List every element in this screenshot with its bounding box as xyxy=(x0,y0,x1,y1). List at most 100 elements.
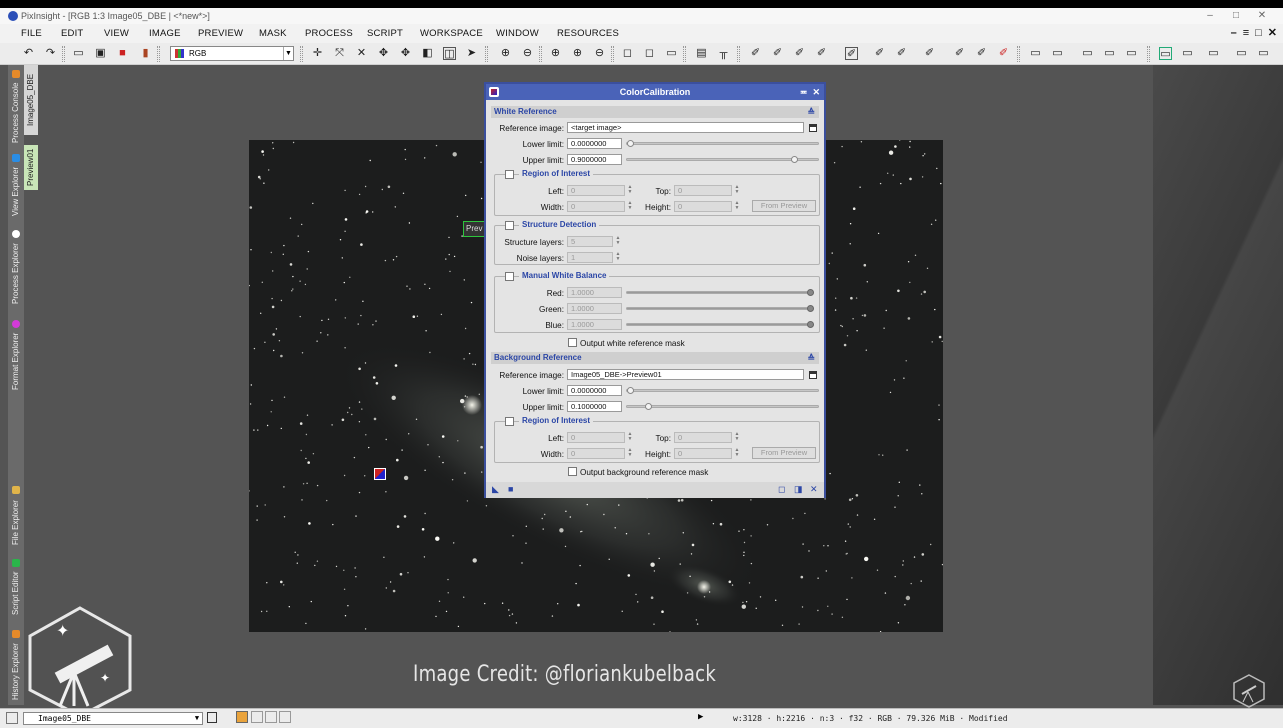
dialog-title-bar[interactable]: ColorCalibration ≖ ✕ xyxy=(486,84,824,100)
process-console-tab[interactable]: Process Console xyxy=(8,69,24,144)
process-icon-9[interactable]: ✐ xyxy=(953,47,966,60)
maximize-button[interactable]: □ xyxy=(1223,8,1249,24)
workspace-icon-3[interactable]: ▭ xyxy=(1207,47,1220,60)
spin-arrows-icon[interactable]: ▲ ▼ xyxy=(614,236,622,247)
undo-icon[interactable]: ↶ xyxy=(22,47,35,60)
panel-icon-1[interactable]: ▭ xyxy=(1029,47,1042,60)
process-icon-11[interactable]: ✐ xyxy=(997,47,1010,60)
white-roi-checkbox[interactable] xyxy=(505,170,514,179)
slider-knob[interactable] xyxy=(807,289,814,296)
select-view-icon[interactable] xyxy=(809,124,817,132)
pointer-icon[interactable]: ➤ xyxy=(465,47,478,60)
fit-window-icon[interactable]: ◻ xyxy=(643,47,656,60)
fit-view-icon[interactable]: ◻ xyxy=(621,47,634,60)
process-icon-4[interactable]: ✐ xyxy=(815,47,828,60)
slider-knob[interactable] xyxy=(791,156,798,163)
format-explorer-tab[interactable]: Format Explorer xyxy=(8,315,24,395)
zoom-in-icon[interactable]: ⊕ xyxy=(499,47,512,60)
image-selector[interactable]: Image05_DBE ▼ xyxy=(23,712,203,725)
spin-arrows-icon[interactable]: ▲ ▼ xyxy=(733,432,741,443)
close-button[interactable]: ✕ xyxy=(1249,8,1275,24)
menu-file[interactable]: FILE xyxy=(21,28,42,39)
preview-mode-icon[interactable]: ◫ xyxy=(443,47,456,60)
menu-script[interactable]: SCRIPT xyxy=(367,28,403,39)
view-explorer-tab[interactable]: View Explorer xyxy=(8,150,24,220)
process-icon-3[interactable]: ✐ xyxy=(793,47,806,60)
stf-icon[interactable]: ▤ xyxy=(695,47,708,60)
output-white-mask-checkbox[interactable] xyxy=(568,338,577,347)
white-upper-limit-field[interactable]: 0.9000000 xyxy=(567,154,622,165)
open-icon[interactable]: ■ xyxy=(116,47,129,60)
new-image-icon[interactable]: ▣ xyxy=(94,47,107,60)
mask-icon[interactable]: ▭ xyxy=(72,47,85,60)
minimize-button[interactable]: – xyxy=(1197,8,1223,24)
manual-white-balance-checkbox[interactable] xyxy=(505,272,514,281)
white-roi-height-field[interactable]: 0 xyxy=(674,201,732,212)
slider-knob[interactable] xyxy=(645,403,652,410)
noise-layers-field[interactable]: 1 xyxy=(567,252,613,263)
bg-roi-width-field[interactable]: 0 xyxy=(567,448,625,459)
menu-view[interactable]: VIEW xyxy=(104,28,129,39)
zoom-in-out-icon[interactable]: ✕ xyxy=(355,47,368,60)
channel-icon[interactable] xyxy=(265,711,277,723)
white-from-preview-button[interactable]: From Preview xyxy=(752,200,816,212)
menu-preview[interactable]: PREVIEW xyxy=(198,28,243,39)
script-editor-tab[interactable]: Script Editor xyxy=(8,553,24,621)
white-lower-limit-field[interactable]: 0.0000000 xyxy=(567,138,622,149)
white-roi-top-field[interactable]: 0 xyxy=(674,185,732,196)
mdi-maximize-button[interactable]: □ xyxy=(1255,27,1262,39)
menu-mask[interactable]: MASK xyxy=(259,28,287,39)
bg-roi-checkbox[interactable] xyxy=(505,417,514,426)
mask-color-icon[interactable] xyxy=(236,711,248,723)
channels-icon[interactable]: ▮ xyxy=(139,47,152,60)
menu-resources[interactable]: RESOURCES xyxy=(557,28,619,39)
bg-upper-limit-slider[interactable] xyxy=(626,403,819,410)
menu-window[interactable]: WINDOW xyxy=(496,28,539,39)
bg-roi-left-field[interactable]: 0 xyxy=(567,432,625,443)
mdi-minimize-button[interactable]: – xyxy=(1231,27,1237,39)
select-view-icon[interactable] xyxy=(809,371,817,379)
bg-roi-height-field[interactable]: 0 xyxy=(674,448,732,459)
bg-roi-top-field[interactable]: 0 xyxy=(674,432,732,443)
collapse-icon[interactable]: ≙ xyxy=(807,352,815,364)
workspace-icon-5[interactable]: ▭ xyxy=(1257,47,1270,60)
process-icon-8[interactable]: ✐ xyxy=(923,47,936,60)
white-lower-limit-slider[interactable] xyxy=(626,140,819,147)
process-explorer-tab[interactable]: Process Explorer xyxy=(8,227,24,307)
green-field[interactable]: 1.0000 xyxy=(567,303,622,314)
spin-arrows-icon[interactable]: ▲ ▼ xyxy=(733,185,741,196)
process-icon-10[interactable]: ✐ xyxy=(975,47,988,60)
white-upper-limit-slider[interactable] xyxy=(626,156,819,163)
bg-lower-limit-field[interactable]: 0.0000000 xyxy=(567,385,622,396)
view-mode-select[interactable]: RGB ▼ xyxy=(170,46,294,61)
spin-arrows-icon[interactable]: ▲ ▼ xyxy=(614,252,622,263)
slider-knob[interactable] xyxy=(807,321,814,328)
bg-upper-limit-field[interactable]: 0.1000000 xyxy=(567,401,622,412)
browse-documentation-icon[interactable]: ◨ xyxy=(794,484,803,495)
image-tab-image05-dbe[interactable]: Image05_DBE xyxy=(24,65,38,135)
fit-icon[interactable]: ⤧ xyxy=(333,47,346,60)
redo-icon[interactable]: ↷ xyxy=(44,47,57,60)
image-tab-preview01[interactable]: Preview01 xyxy=(24,145,38,190)
zoom-1-icon[interactable]: ⊕ xyxy=(549,47,562,60)
structure-detection-checkbox[interactable] xyxy=(505,221,514,230)
zoom-fit-icon[interactable]: ⊕ xyxy=(571,47,584,60)
spin-arrows-icon[interactable]: ▲ ▼ xyxy=(626,185,634,196)
spin-arrows-icon[interactable]: ▲ ▼ xyxy=(733,448,741,459)
panel-icon-4[interactable]: ▭ xyxy=(1103,47,1116,60)
spin-arrows-icon[interactable]: ▲ ▼ xyxy=(626,201,634,212)
mdi-restore-button[interactable]: ≡ xyxy=(1243,27,1249,39)
channel-icon[interactable] xyxy=(251,711,263,723)
blue-field[interactable]: 1.0000 xyxy=(567,319,622,330)
spin-arrows-icon[interactable]: ▲ ▼ xyxy=(626,432,634,443)
green-slider[interactable] xyxy=(626,305,814,312)
new-instance-icon[interactable]: ◣ xyxy=(492,484,499,495)
menu-image[interactable]: IMAGE xyxy=(149,28,181,39)
structure-layers-field[interactable]: 5 xyxy=(567,236,613,247)
output-bg-mask-checkbox[interactable] xyxy=(568,467,577,476)
bg-ref-image-field[interactable]: Image05_DBE->Preview01 xyxy=(567,369,804,380)
zoom-actual-icon[interactable]: ⊖ xyxy=(593,47,606,60)
red-field[interactable]: 1.0000 xyxy=(567,287,622,298)
reset-icon[interactable]: ✕ xyxy=(810,484,818,495)
white-roi-left-field[interactable]: 0 xyxy=(567,185,625,196)
